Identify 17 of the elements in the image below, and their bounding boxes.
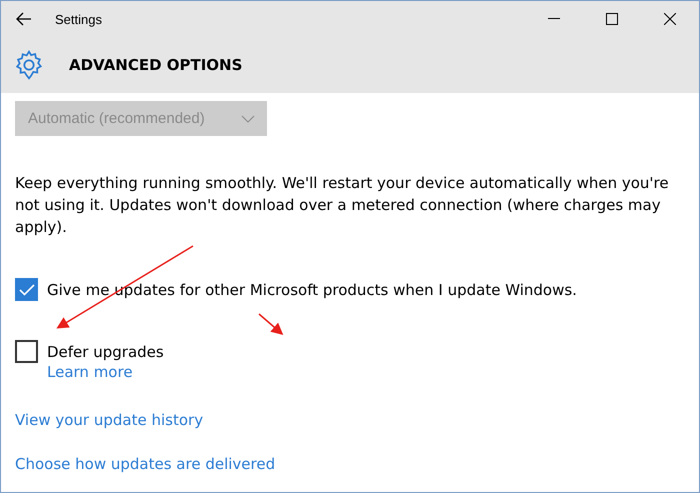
minimize-icon [548, 18, 560, 20]
maximize-icon [606, 13, 618, 25]
settings-link[interactable]: Choose how updates are delivered [15, 455, 276, 473]
window-title: Settings [55, 12, 103, 26]
description-text: Keep everything running smoothly. We'll restart your device automatically when you're not using it. Updates won't download over a metered connection (where charges may apply). [15, 173, 670, 238]
checkbox-label: Defer upgrades [47, 342, 164, 360]
settings-link[interactable]: View your update history [15, 411, 204, 429]
page-title: ADVANCED OPTIONS [69, 56, 242, 74]
checkbox[interactable] [15, 340, 38, 363]
arrow-annotation [258, 313, 284, 335]
settings-icon [13, 49, 45, 81]
checkbox[interactable] [15, 278, 38, 301]
chevron-icon [241, 114, 255, 122]
close-icon [664, 13, 676, 25]
learn-more-link[interactable]: Learn more [47, 363, 133, 381]
back-arrow-icon [16, 12, 32, 26]
checkmark-icon [18, 284, 34, 296]
